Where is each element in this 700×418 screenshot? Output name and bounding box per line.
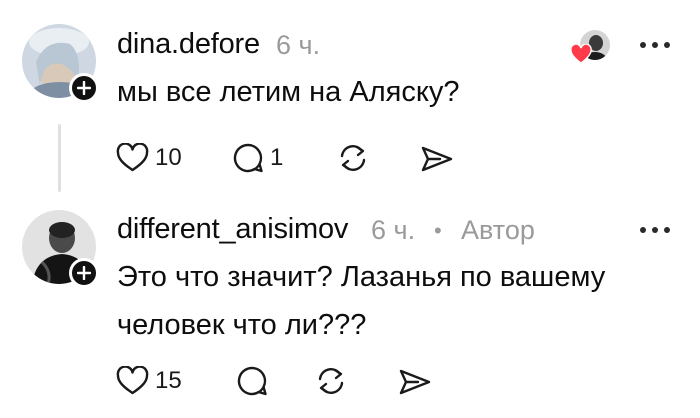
like-count: 15 xyxy=(155,367,182,394)
like-button[interactable]: 10 xyxy=(116,143,182,173)
like-count: 10 xyxy=(155,144,182,171)
share-icon[interactable] xyxy=(398,368,432,396)
author-badge: Автор xyxy=(461,215,535,245)
comment-text-line: человек что ли??? xyxy=(117,309,367,341)
heart-icon xyxy=(116,366,149,395)
username[interactable]: dina.defore xyxy=(117,28,260,61)
thread-line xyxy=(58,124,61,192)
follow-button[interactable] xyxy=(69,73,99,103)
reply-button[interactable]: 1 xyxy=(232,142,283,174)
comment-text-line: Это что значит? Лазанья по вашему xyxy=(117,261,606,293)
more-icon[interactable] xyxy=(640,42,670,48)
comment-icon[interactable] xyxy=(236,365,268,397)
heart-icon xyxy=(116,143,149,172)
comment-text: Это что значит? Лазанья по вашему челове… xyxy=(117,253,605,349)
plus-icon xyxy=(77,81,91,95)
comment-icon xyxy=(233,143,263,173)
comment-text: мы все летим на Аляску? xyxy=(117,76,460,108)
repost-icon[interactable] xyxy=(337,143,369,173)
heart-icon xyxy=(570,44,592,64)
share-icon[interactable] xyxy=(420,145,454,173)
plus-icon xyxy=(77,266,91,280)
timestamp: 6 ч. xyxy=(371,215,416,245)
username[interactable]: different_anisimov xyxy=(117,213,348,246)
reply-count: 1 xyxy=(270,144,284,171)
follow-button[interactable] xyxy=(69,258,99,288)
like-button[interactable]: 15 xyxy=(116,366,182,396)
more-icon[interactable] xyxy=(640,227,670,233)
timestamp: 6 ч. xyxy=(276,30,321,60)
repost-icon[interactable] xyxy=(315,366,347,396)
separator-dot: • xyxy=(434,218,442,243)
